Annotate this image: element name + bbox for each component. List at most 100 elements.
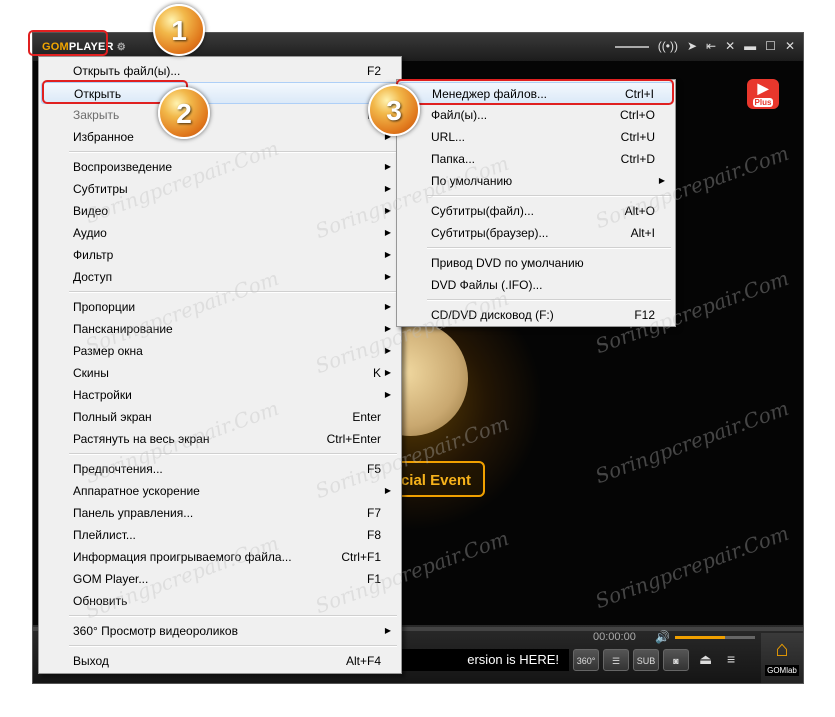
menu-separator	[427, 195, 671, 197]
menu-item-label: Субтитры(файл)...	[431, 204, 534, 218]
submenu-arrow-icon: ▶	[384, 626, 391, 635]
menu-item-label: Пансканирование	[73, 322, 173, 336]
menu-item-shortcut: Alt+O	[624, 204, 655, 218]
equalizer-icon[interactable]: ☰	[603, 649, 629, 671]
menu-item-access[interactable]: Доступ ▶	[41, 266, 399, 288]
menu-item-skins[interactable]: Скины K ▶	[41, 362, 399, 384]
menu-item-360-view[interactable]: 360° Просмотр видеороликов ▶	[41, 620, 399, 642]
submenu-item-default[interactable]: По умолчанию ▶	[399, 170, 673, 192]
submenu-arrow-icon: ▶	[384, 368, 391, 377]
volume-slider-filled[interactable]	[675, 636, 725, 639]
home-icon: ⌂	[775, 636, 789, 661]
menu-item-label: Предпочтения...	[73, 462, 163, 476]
submenu-arrow-icon: ▶	[384, 162, 391, 171]
menu-item-favorites[interactable]: Избранное ▶	[41, 126, 399, 148]
menu-item-label: Скины	[73, 366, 109, 380]
menu-item-hardware-acceleration[interactable]: Аппаратное ускорение ▶	[41, 480, 399, 502]
menu-item-shortcut: Ctrl+D	[620, 152, 655, 166]
subtitle-button[interactable]: SUB	[633, 649, 659, 671]
submenu-arrow-icon: ▶	[384, 486, 391, 495]
menu-item-control-panel[interactable]: Панель управления... F7	[41, 502, 399, 524]
submenu-item-cd-dvd-drive[interactable]: CD/DVD дисковод (F:) F12	[399, 304, 673, 326]
menu-item-label: CD/DVD дисковод (F:)	[431, 308, 554, 322]
menu-item-playback[interactable]: Воспроизведение ▶	[41, 156, 399, 178]
close-icon[interactable]: ✕	[785, 39, 795, 53]
menu-item-about[interactable]: GOM Player... F1	[41, 568, 399, 590]
submenu-arrow-icon: ▶	[384, 346, 391, 355]
submenu-item-default-dvd[interactable]: Привод DVD по умолчанию	[399, 252, 673, 274]
menu-item-aspect-ratio[interactable]: Пропорции ▶	[41, 296, 399, 318]
menu-item-shortcut: F1	[366, 572, 381, 586]
speaker-icon[interactable]: 🔊	[655, 630, 670, 644]
menu-item-label: DVD Файлы (.IFO)...	[431, 278, 543, 292]
menu-item-label: Растянуть на весь экран	[73, 432, 210, 446]
eject-icon[interactable]: ⏏	[699, 651, 712, 668]
menu-item-stretch-fullscreen[interactable]: Растянуть на весь экран Ctrl+Enter	[41, 428, 399, 450]
submenu-item-folder[interactable]: Папка... Ctrl+D	[399, 148, 673, 170]
submenu-item-subtitles-file[interactable]: Субтитры(файл)... Alt+O	[399, 200, 673, 222]
menu-item-video[interactable]: Видео ▶	[41, 200, 399, 222]
menu-item-shortcut: Alt+F4	[345, 654, 381, 668]
menu-item-preferences[interactable]: Предпочтения... F5	[41, 458, 399, 480]
close-small-icon[interactable]: ✕	[725, 39, 735, 53]
menu-item-subtitles[interactable]: Субтитры ▶	[41, 178, 399, 200]
menu-item-shortcut: F8	[366, 528, 381, 542]
360-button[interactable]: 360°	[573, 649, 599, 671]
menu-item-label: Панель управления...	[73, 506, 194, 520]
menu-item-playlist[interactable]: Плейлист... F8	[41, 524, 399, 546]
menu-separator	[427, 247, 671, 249]
gomlab-label: GOMlab	[765, 665, 799, 676]
highlight-logo	[28, 30, 108, 56]
gomlab-button[interactable]: ⌂ GOMlab	[761, 633, 803, 683]
sound-wave-icon[interactable]: ((•))	[658, 39, 678, 53]
highlight-file-manager-item	[396, 79, 674, 105]
submenu-item-url[interactable]: URL... Ctrl+U	[399, 126, 673, 148]
menu-item-label: Избранное	[73, 130, 134, 144]
submenu-arrow-icon: ▶	[658, 176, 665, 185]
maximize-icon[interactable]: ☐	[765, 39, 776, 53]
menu-item-label: Видео	[73, 204, 109, 218]
menu-separator	[69, 645, 397, 647]
submenu-item-files[interactable]: Файл(ы)... Ctrl+O	[399, 104, 673, 126]
menu-item-pan-scan[interactable]: Пансканирование ▶	[41, 318, 399, 340]
menu-item-label: Полный экран	[73, 410, 152, 424]
menu-item-label: GOM Player...	[73, 572, 149, 586]
volume-slider-empty[interactable]	[725, 636, 755, 639]
cursor-arrow-icon[interactable]: ➤	[687, 39, 697, 53]
menu-item-open-files[interactable]: Открыть файл(ы)... F2	[41, 60, 399, 82]
camera-icon[interactable]: ◙	[663, 649, 689, 671]
menu-item-label: Субтитры(браузер)...	[431, 226, 549, 240]
menu-item-file-info[interactable]: Информация проигрываемого файла... Ctrl+F…	[41, 546, 399, 568]
playlist-menu-icon[interactable]: ≡	[727, 651, 735, 667]
menu-item-label: Субтитры	[73, 182, 128, 196]
main-context-menu: Открыть файл(ы)...F2 Открыть▶ ЗакрытьF4 …	[38, 56, 402, 674]
submenu-item-subtitles-browser[interactable]: Субтитры(браузер)... Alt+I	[399, 222, 673, 244]
submenu-arrow-icon: ▶	[384, 390, 391, 399]
gom-plus-badge[interactable]: ▶ Plus	[747, 79, 779, 109]
submenu-item-dvd-ifo[interactable]: DVD Файлы (.IFO)...	[399, 274, 673, 296]
menu-item-filter[interactable]: Фильтр ▶	[41, 244, 399, 266]
menu-item-label: 360° Просмотр видеороликов	[73, 624, 238, 638]
menu-item-settings[interactable]: Настройки ▶	[41, 384, 399, 406]
menu-item-shortcut: Ctrl+F1	[341, 550, 381, 564]
gear-icon: ⚙	[116, 42, 126, 53]
step-badge-3: 3	[368, 84, 420, 136]
step-badge-1: 1	[153, 4, 205, 56]
menu-separator	[427, 299, 671, 301]
submenu-arrow-icon: ▶	[384, 302, 391, 311]
menu-item-label: По умолчанию	[431, 174, 513, 188]
menu-item-audio[interactable]: Аудио ▶	[41, 222, 399, 244]
menu-item-close[interactable]: ЗакрытьF4	[41, 104, 399, 126]
submenu-arrow-icon: ▶	[384, 206, 391, 215]
minimize-icon[interactable]: ▬	[744, 39, 756, 53]
menu-item-shortcut: F2	[366, 64, 381, 78]
menu-item-shortcut: F12	[634, 308, 655, 322]
menu-item-exit[interactable]: Выход Alt+F4	[41, 650, 399, 672]
menu-item-window-size[interactable]: Размер окна ▶	[41, 340, 399, 362]
menu-item-update[interactable]: Обновить	[41, 590, 399, 612]
menu-item-shortcut: Ctrl+O	[619, 108, 655, 122]
menu-item-label: Плейлист...	[73, 528, 136, 542]
menu-item-fullscreen[interactable]: Полный экран Enter	[41, 406, 399, 428]
pin-icon[interactable]: ⇤	[706, 39, 716, 53]
submenu-arrow-icon: ▶	[384, 184, 391, 193]
